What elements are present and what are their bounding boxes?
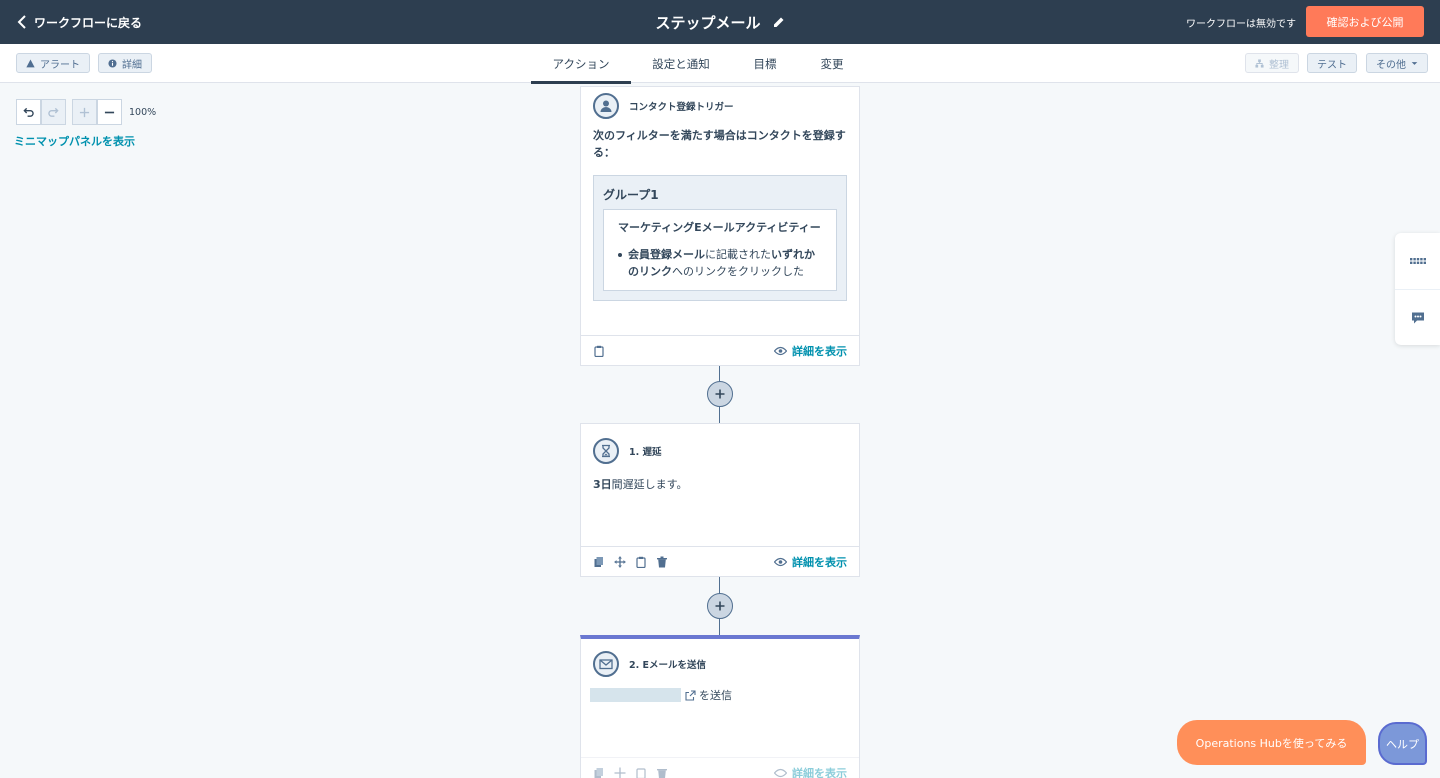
view-details-link[interactable]: 詳細を表示	[774, 765, 847, 778]
warning-icon	[26, 58, 35, 67]
workflow-status: ワークフローは無効です	[1186, 18, 1296, 30]
zoom-controls: 100%	[16, 99, 156, 125]
email-send-row: を送信	[581, 687, 859, 703]
filter-group: グループ1 マーケティングEメールアクティビティー 会員登録メールに記載されたい…	[593, 175, 847, 301]
filter-title: マーケティングEメールアクティビティー	[618, 221, 821, 234]
comments-panel-button[interactable]	[1395, 289, 1440, 345]
envelope-icon	[593, 651, 619, 677]
review-and-publish-button[interactable]: 確認および公開	[1306, 6, 1424, 37]
add-action-button[interactable]	[707, 381, 733, 407]
test-button-label: テスト	[1317, 59, 1347, 71]
more-dropdown[interactable]: その他	[1366, 53, 1428, 73]
tab-goals[interactable]: 目標	[745, 44, 785, 83]
zoom-in-button[interactable]	[72, 99, 97, 125]
copy-icon[interactable]	[593, 556, 605, 568]
hourglass-icon	[593, 438, 619, 464]
plus-icon	[79, 107, 90, 117]
trigger-card-header: コンタクト登録トリガー	[581, 87, 859, 123]
undo-icon	[23, 107, 34, 117]
trigger-description: 次のフィルターを満たす場合はコンタクトを登録する：	[593, 129, 846, 159]
add-action-button[interactable]	[707, 593, 733, 619]
move-icon[interactable]	[614, 556, 626, 568]
view-details-label: 詳細を表示	[792, 344, 847, 358]
eye-icon	[774, 768, 787, 777]
undo-button[interactable]	[16, 99, 41, 125]
right-side-panel	[1395, 233, 1440, 345]
trash-icon[interactable]	[656, 556, 668, 568]
trigger-title: コンタクト登録トリガー	[629, 102, 734, 113]
move-icon[interactable]	[614, 767, 626, 778]
alert-button[interactable]: アラート	[16, 53, 90, 73]
redo-icon	[48, 107, 59, 117]
zoom-level: 100%	[129, 106, 157, 118]
delay-description: 3日間遅延します。	[593, 478, 688, 491]
view-details-label: 詳細を表示	[792, 555, 847, 569]
pencil-icon[interactable]	[773, 16, 785, 28]
plus-icon	[715, 601, 725, 611]
contact-icon	[593, 93, 619, 119]
more-dropdown-label: その他	[1376, 59, 1406, 71]
details-button-label: 詳細	[122, 59, 142, 71]
trigger-card-footer: 詳細を表示	[581, 335, 859, 365]
copy-icon[interactable]	[593, 767, 605, 778]
email-name-placeholder[interactable]	[590, 688, 681, 702]
comment-icon	[1411, 312, 1424, 323]
apps-panel-button[interactable]	[1395, 233, 1440, 289]
send-label: を送信	[699, 688, 732, 702]
clipboard-icon[interactable]	[635, 556, 647, 568]
bullet	[618, 253, 622, 257]
info-icon	[108, 58, 117, 68]
organize-icon	[1255, 58, 1264, 68]
email-card-footer: 詳細を表示	[581, 757, 859, 778]
tab-changes[interactable]: 変更	[812, 44, 852, 83]
filter-condition: 会員登録メールに記載されたいずれかのリンクへのリンクをクリックした	[618, 246, 822, 280]
filter-box: マーケティングEメールアクティビティー 会員登録メールに記載されたいずれかのリン…	[603, 209, 837, 291]
eye-icon	[774, 346, 787, 355]
external-link-icon[interactable]	[685, 689, 696, 701]
help-button[interactable]: ヘルプ	[1378, 722, 1427, 765]
zoom-out-button[interactable]	[97, 99, 122, 125]
test-button[interactable]: テスト	[1307, 53, 1357, 73]
view-details-link[interactable]: 詳細を表示	[774, 554, 847, 570]
show-minimap-link[interactable]: ミニマップパネルを表示	[14, 133, 135, 149]
eye-icon	[774, 557, 787, 566]
workflow-title[interactable]: ステップメール	[655, 12, 760, 33]
organize-button-label: 整理	[1269, 59, 1289, 71]
trigger-card[interactable]: コンタクト登録トリガー 次のフィルターを満たす場合はコンタクトを登録する： グル…	[580, 86, 860, 366]
organize-button[interactable]: 整理	[1245, 53, 1299, 73]
top-bar: ワークフローに戻る ステップメール ワークフローは無効です 確認および公開	[0, 0, 1440, 44]
details-button[interactable]: 詳細	[98, 53, 152, 73]
tab-settings[interactable]: 設定と通知	[645, 44, 717, 83]
trash-icon[interactable]	[656, 767, 668, 778]
delay-card-header: 1. 遅延	[581, 424, 859, 476]
email-card-header: 2. Eメールを送信	[581, 639, 859, 687]
grid-icon	[1409, 258, 1426, 264]
alert-button-label: アラート	[40, 59, 80, 71]
try-operations-hub-button[interactable]: Operations Hubを使ってみる	[1177, 720, 1366, 765]
plus-icon	[715, 389, 725, 399]
delay-card-footer: 詳細を表示	[581, 546, 859, 576]
minus-icon	[104, 111, 115, 113]
caret-down-icon	[1411, 61, 1418, 65]
tab-actions[interactable]: アクション	[531, 44, 631, 84]
delay-title: 1. 遅延	[629, 447, 662, 458]
group-title: グループ1	[603, 188, 659, 202]
email-title: 2. Eメールを送信	[629, 660, 707, 671]
send-email-card[interactable]: 2. Eメールを送信 を送信 詳細を表示	[580, 635, 860, 778]
redo-button[interactable]	[41, 99, 66, 125]
filter-condition-text: 会員登録メールに記載されたいずれかのリンクへのリンクをクリックした	[628, 248, 815, 278]
clipboard-icon[interactable]	[593, 345, 605, 357]
view-details-label: 詳細を表示	[792, 766, 847, 778]
view-details-link[interactable]: 詳細を表示	[774, 343, 847, 359]
secondary-toolbar: アラート 詳細 アクション 設定と通知 目標 変更 整理 テスト その他	[0, 44, 1440, 84]
clipboard-icon[interactable]	[635, 767, 647, 778]
delay-card[interactable]: 1. 遅延 3日間遅延します。 詳細を表示	[580, 423, 860, 577]
